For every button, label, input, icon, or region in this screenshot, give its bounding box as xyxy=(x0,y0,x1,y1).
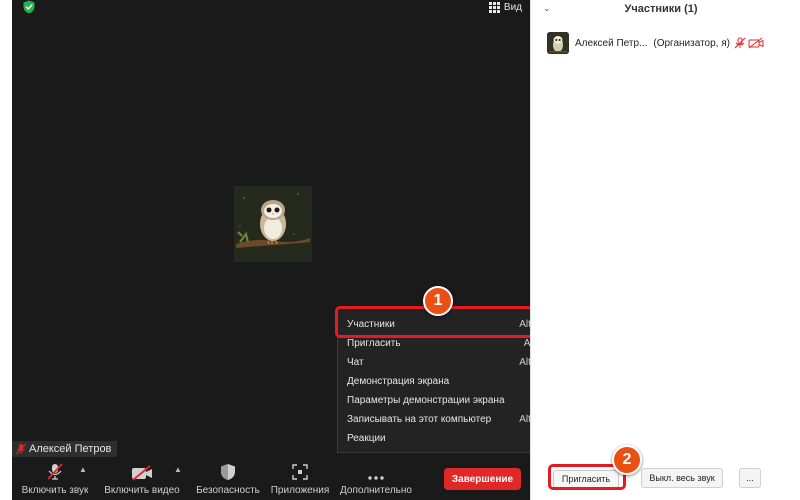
participant-video-tile[interactable] xyxy=(234,186,312,262)
view-label: Вид xyxy=(503,1,522,13)
participants-panel: ⌄ Участники (1) Алексей Петр... (Организ… xyxy=(530,0,784,500)
menu-item-chat[interactable]: Чат Alt+H xyxy=(338,353,554,372)
security-label: Безопасность xyxy=(196,485,260,496)
menu-item-label: Параметры демонстрации экрана xyxy=(347,395,505,406)
view-button[interactable]: Вид xyxy=(488,0,522,14)
start-video-label: Включить видео xyxy=(104,485,180,496)
more-button[interactable]: Дополнительно xyxy=(338,458,414,500)
participant-name: Алексей Петр... xyxy=(575,37,648,49)
menu-item-reactions[interactable]: Реакции xyxy=(338,429,554,448)
panel-title: Участники (1) xyxy=(624,3,698,15)
zoom-meeting-window: Вид Алексей Петров Включить звук ▲ Включ… xyxy=(0,0,800,500)
shield-check-icon[interactable] xyxy=(22,0,36,14)
menu-item-label: Записывать на этот компьютер xyxy=(347,414,492,425)
meeting-toolbar: Включить звук ▲ Включить видео ▲ Безопас… xyxy=(12,458,530,500)
apps-button[interactable]: Приложения xyxy=(266,458,334,500)
video-off-icon xyxy=(748,37,764,49)
security-button[interactable]: Безопасность xyxy=(195,458,261,500)
end-meeting-button[interactable]: Завершение xyxy=(444,468,521,490)
participant-name-tag: Алексей Петров xyxy=(12,441,118,457)
more-label: Дополнительно xyxy=(340,485,412,496)
start-video-button[interactable]: Включить видео xyxy=(102,458,182,500)
panel-header: ⌄ Участники (1) xyxy=(531,0,785,18)
more-dots-icon xyxy=(368,476,384,480)
shield-icon xyxy=(221,464,235,480)
video-options-chevron-icon[interactable]: ▲ xyxy=(174,465,182,474)
panel-more-button[interactable]: ... xyxy=(739,468,761,488)
mic-muted-icon xyxy=(734,37,746,49)
window-frame-left xyxy=(0,0,12,500)
apps-icon xyxy=(292,464,308,480)
mic-muted-icon xyxy=(47,463,63,480)
menu-item-label: Чат xyxy=(347,357,364,368)
step-badge-1: 1 xyxy=(423,286,453,316)
participant-row[interactable]: Алексей Петр... (Организатор, я) xyxy=(547,32,781,54)
mic-muted-icon xyxy=(16,443,26,455)
participant-role: (Организатор, я) xyxy=(653,37,730,49)
menu-item-label: Реакции xyxy=(347,433,386,444)
menu-item-share-settings[interactable]: Параметры демонстрации экрана xyxy=(338,391,554,410)
menu-item-record[interactable]: Записывать на этот компьютер Alt+R xyxy=(338,410,554,429)
audio-options-chevron-icon[interactable]: ▲ xyxy=(79,465,87,474)
grid-icon xyxy=(488,1,500,13)
step-badge-2: 2 xyxy=(612,445,642,475)
owl-avatar-image xyxy=(234,186,312,262)
window-frame-right xyxy=(784,0,800,500)
owl-avatar-image xyxy=(547,32,569,54)
menu-item-share-screen[interactable]: Демонстрация экрана xyxy=(338,372,554,391)
unmute-label: Включить звук xyxy=(21,485,89,496)
avatar xyxy=(547,32,569,54)
menu-item-label: Демонстрация экрана xyxy=(347,376,450,387)
mute-all-button[interactable]: Выкл. весь звук xyxy=(641,468,723,488)
participant-status-icons xyxy=(734,37,764,49)
participant-name: Алексей Петров xyxy=(29,443,112,455)
video-off-icon xyxy=(132,465,152,481)
apps-label: Приложения xyxy=(270,485,330,496)
menu-item-label: Пригласить xyxy=(347,338,401,349)
